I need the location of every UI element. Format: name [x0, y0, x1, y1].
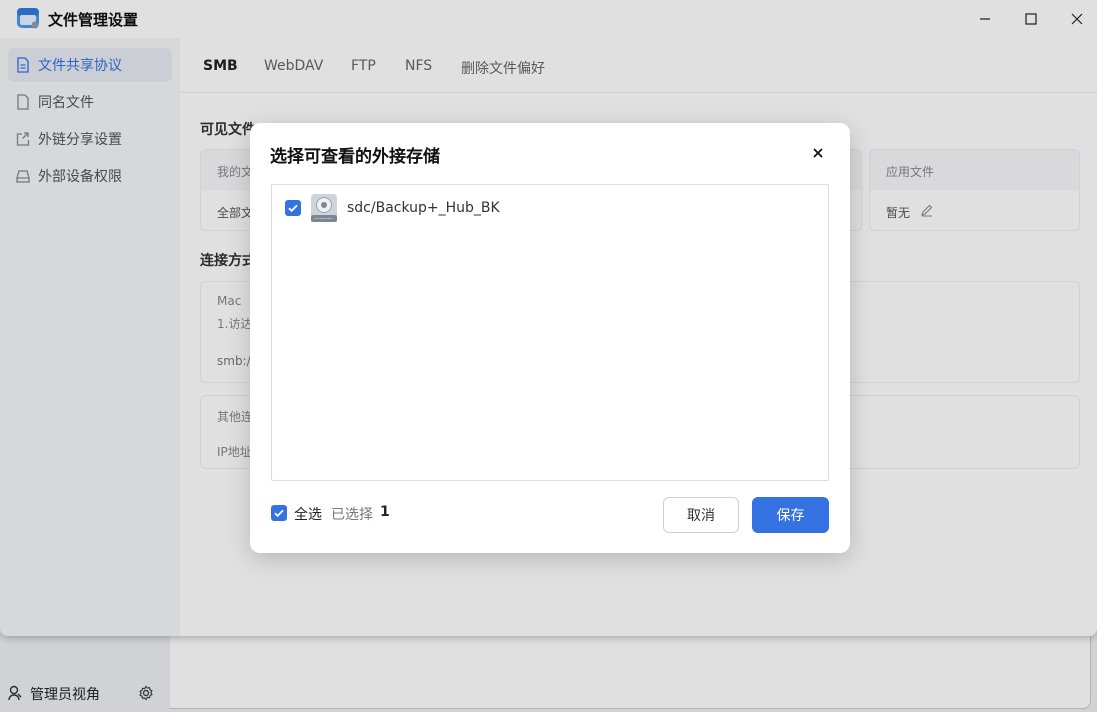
select-all-label[interactable]: 全选 [294, 504, 322, 524]
selected-label: 已选择 [331, 507, 373, 523]
list-item[interactable]: sdc/Backup+_Hub_BK [272, 191, 828, 225]
cancel-button[interactable]: 取消 [663, 497, 739, 533]
item-label: sdc/Backup+_Hub_BK [347, 200, 500, 216]
item-checkbox[interactable] [285, 200, 301, 216]
checkmark-icon [274, 509, 284, 518]
selected-count: 1 [380, 504, 390, 520]
save-button[interactable]: 保存 [752, 497, 829, 533]
storage-list: sdc/Backup+_Hub_BK [271, 184, 829, 481]
external-drive-icon [311, 194, 337, 222]
dialog-title: 选择可查看的外接存储 [270, 147, 440, 167]
checkmark-icon [288, 204, 298, 213]
select-external-storage-dialog: 选择可查看的外接存储 sdc/Backup+_Hub_BK 全选 已选择 1 取… [250, 123, 850, 553]
select-all-checkbox[interactable] [271, 505, 287, 521]
close-icon[interactable] [810, 145, 826, 161]
